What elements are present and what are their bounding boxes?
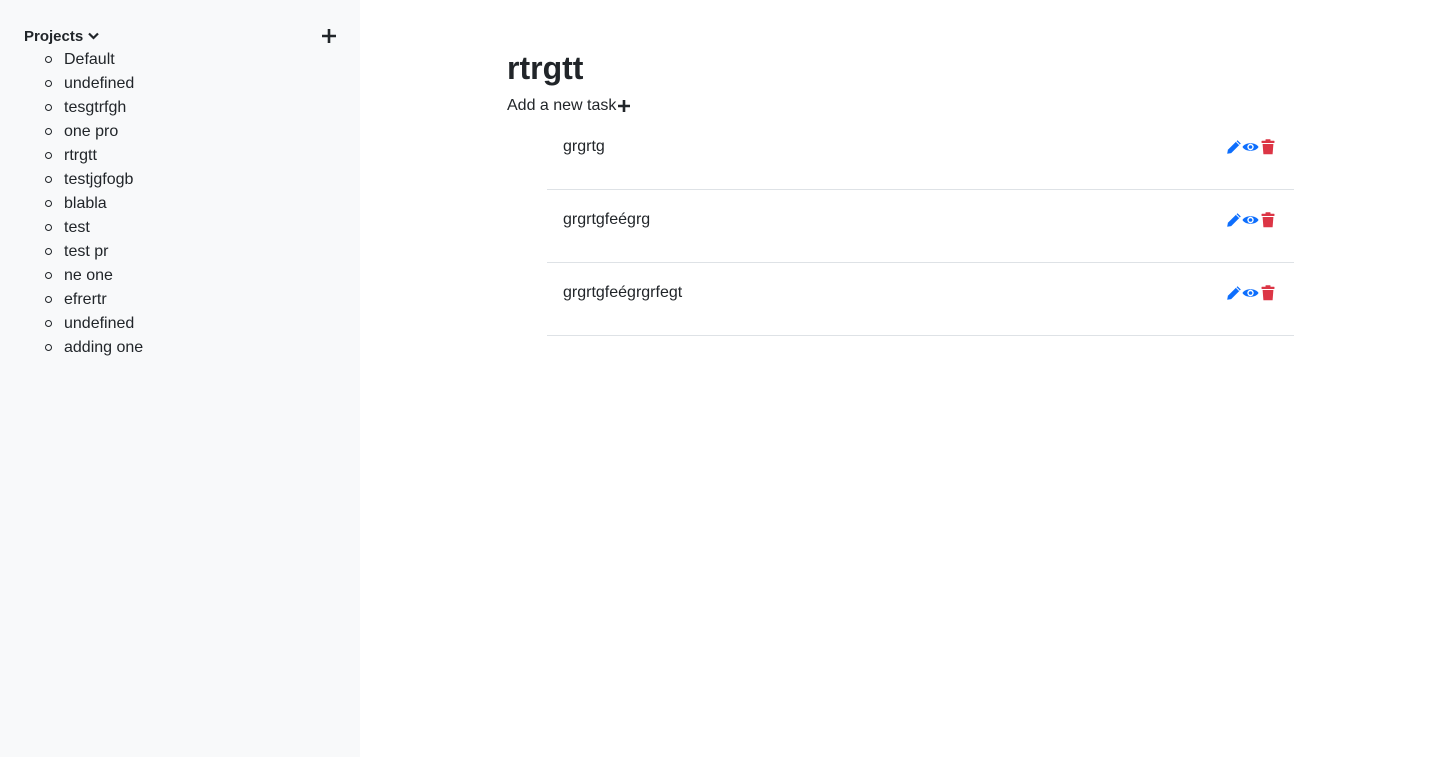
project-label: undefined bbox=[64, 315, 135, 332]
bullet-icon bbox=[45, 104, 52, 111]
project-item[interactable]: ne one bbox=[0, 264, 143, 288]
project-item[interactable]: efrertr bbox=[0, 288, 143, 312]
project-label: efrertr bbox=[64, 291, 107, 308]
task-row: grgrtg bbox=[547, 118, 1294, 190]
project-label: tesgtrfgh bbox=[64, 99, 127, 116]
projects-toggle[interactable]: Projects bbox=[24, 26, 99, 46]
bullet-icon bbox=[45, 320, 52, 327]
bullet-icon bbox=[45, 152, 52, 159]
project-label: test bbox=[64, 219, 90, 236]
project-label: testjgfogb bbox=[64, 171, 134, 188]
task-actions bbox=[1225, 211, 1276, 228]
project-label: undefined bbox=[64, 75, 135, 92]
chevron-down-icon bbox=[87, 30, 99, 42]
bullet-icon bbox=[45, 176, 52, 183]
task-actions bbox=[1225, 138, 1276, 155]
eye-icon[interactable] bbox=[1242, 138, 1259, 155]
trash-icon[interactable] bbox=[1259, 138, 1276, 155]
trash-icon[interactable] bbox=[1259, 211, 1276, 228]
project-label: rtrgtt bbox=[64, 147, 97, 164]
bullet-icon bbox=[45, 344, 52, 351]
project-item[interactable]: blabla bbox=[0, 192, 143, 216]
task-name: grgrtg bbox=[563, 138, 605, 155]
project-label: one pro bbox=[64, 123, 119, 140]
eye-icon[interactable] bbox=[1242, 211, 1259, 228]
project-item[interactable]: test bbox=[0, 216, 143, 240]
pencil-icon[interactable] bbox=[1225, 284, 1242, 301]
bullet-icon bbox=[45, 56, 52, 63]
bullet-icon bbox=[45, 224, 52, 231]
project-item[interactable]: testjgfogb bbox=[0, 168, 143, 192]
bullet-icon bbox=[45, 296, 52, 303]
page-title: rtrgtt bbox=[507, 50, 584, 86]
project-label: blabla bbox=[64, 195, 107, 212]
project-label: adding one bbox=[64, 339, 144, 356]
trash-icon[interactable] bbox=[1259, 284, 1276, 301]
task-list: grgrtg grgrtgfeégrg grgrtgfeégrgrfegt bbox=[547, 118, 1294, 336]
plus-icon bbox=[617, 99, 631, 113]
task-row: grgrtgfeégrg bbox=[547, 190, 1294, 263]
bullet-icon bbox=[45, 200, 52, 207]
plus-icon bbox=[321, 28, 337, 44]
project-item[interactable]: adding one bbox=[0, 336, 143, 360]
app: Projects Default undefined tesgtrfgh one… bbox=[0, 0, 1440, 757]
project-label: Default bbox=[64, 51, 115, 68]
task-name: grgrtgfeégrgrfegt bbox=[563, 284, 683, 301]
add-task-button[interactable]: Add a new task bbox=[507, 96, 631, 116]
project-item[interactable]: Default bbox=[0, 48, 143, 72]
sidebar: Projects Default undefined tesgtrfgh one… bbox=[0, 0, 360, 757]
project-item[interactable]: undefined bbox=[0, 72, 143, 96]
project-item[interactable]: one pro bbox=[0, 120, 143, 144]
pencil-icon[interactable] bbox=[1225, 138, 1242, 155]
task-actions bbox=[1225, 284, 1276, 301]
project-item[interactable]: rtrgtt bbox=[0, 144, 143, 168]
projects-header-label: Projects bbox=[24, 27, 84, 45]
project-label: test pr bbox=[64, 243, 109, 260]
project-item[interactable]: tesgtrfgh bbox=[0, 96, 143, 120]
add-project-button[interactable] bbox=[319, 26, 339, 46]
project-item[interactable]: undefined bbox=[0, 312, 143, 336]
pencil-icon[interactable] bbox=[1225, 211, 1242, 228]
project-list: Default undefined tesgtrfgh one pro rtrg… bbox=[0, 48, 143, 360]
main-content: rtrgtt Add a new task grgrtg grgrtgfeégr… bbox=[360, 0, 1440, 757]
task-name: grgrtgfeégrg bbox=[563, 211, 651, 228]
bullet-icon bbox=[45, 248, 52, 255]
project-item[interactable]: test pr bbox=[0, 240, 143, 264]
task-row: grgrtgfeégrgrfegt bbox=[547, 263, 1294, 336]
eye-icon[interactable] bbox=[1242, 284, 1259, 301]
bullet-icon bbox=[45, 128, 52, 135]
project-label: ne one bbox=[64, 267, 113, 284]
bullet-icon bbox=[45, 80, 52, 87]
bullet-icon bbox=[45, 272, 52, 279]
add-task-label: Add a new task bbox=[507, 97, 617, 114]
